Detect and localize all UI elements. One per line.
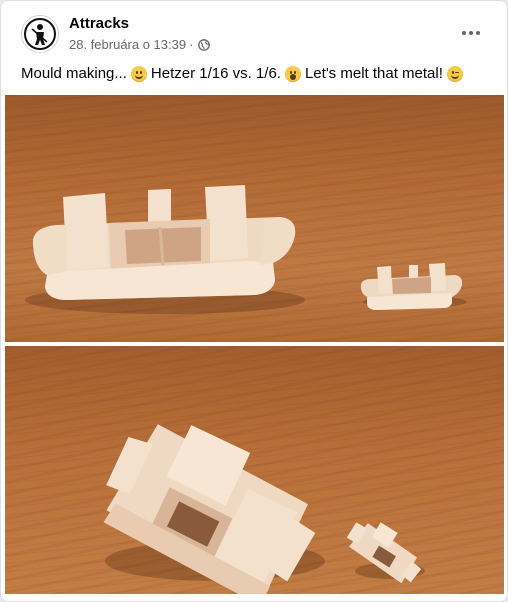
more-horizontal-icon	[462, 31, 466, 35]
smiling-face-emoji-icon	[130, 66, 147, 82]
post-timestamp[interactable]: 28. februára o 13:39	[69, 37, 186, 52]
globe-icon[interactable]	[198, 38, 211, 51]
winking-face-emoji-icon	[446, 66, 463, 82]
post-card: Attracks 28. februára o 13:39 · Mould ma…	[0, 0, 508, 602]
post-text-segment: Mould making...	[21, 65, 127, 82]
post-author[interactable]: Attracks	[69, 15, 129, 32]
post-photo-2[interactable]	[5, 346, 504, 594]
post-meta: 28. februára o 13:39 ·	[69, 37, 211, 52]
post-text-segment: Hetzer 1/16 vs. 1/6.	[150, 65, 281, 82]
post-header: Attracks 28. februára o 13:39 ·	[1, 1, 507, 57]
meta-separator: ·	[189, 37, 194, 52]
track-links-front-image	[25, 185, 467, 314]
soldier-logo-icon	[24, 18, 56, 50]
astonished-face-emoji-icon	[284, 66, 301, 82]
more-options-button[interactable]	[457, 19, 485, 47]
post-text: Mould making... Hetzer 1/16 vs. 1/6. Let…	[21, 63, 491, 85]
track-links-back-image	[103, 424, 425, 594]
avatar[interactable]	[21, 15, 59, 53]
card-footer-spacer	[1, 595, 507, 601]
post-text-segment: Let's melt that metal!	[304, 65, 443, 82]
post-photo-1[interactable]	[5, 95, 504, 342]
